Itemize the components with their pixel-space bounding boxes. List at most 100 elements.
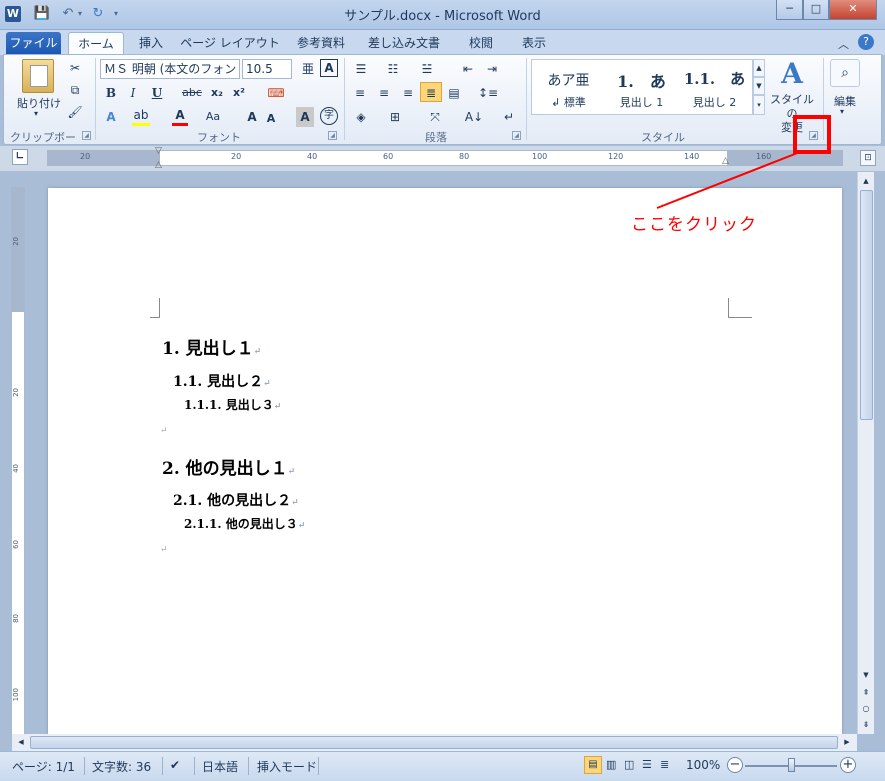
gallery-more-icon[interactable]: ▾ [753,95,765,115]
scroll-left-icon[interactable]: ◀ [14,736,28,749]
vertical-scrollbar[interactable]: ▲ ▼ ⇞ ○ ⇟ [857,172,874,734]
highlight-icon[interactable]: ab [132,107,150,126]
font-launcher-icon[interactable]: ◢ [328,131,337,140]
heading2-line[interactable]: 1.1. 見出し２↵ [173,371,271,391]
browse-object-icon[interactable]: ○ [860,702,872,716]
empty-line[interactable]: ↵ [160,541,168,555]
paste-button-label[interactable]: 貼り付け [16,95,62,111]
enclose-char-icon[interactable]: 字 [320,107,338,125]
heading3-line[interactable]: 2.1.1. 他の見出し３↵ [184,515,305,532]
proofing-icon[interactable]: ✔ [170,758,180,772]
style-heading1[interactable]: 1. あ 見出し 1 [605,60,678,114]
editing-button-label[interactable]: 編集 [826,93,864,109]
zoom-in-button[interactable]: + [840,757,856,773]
editing-icon[interactable]: ⌕ [830,59,860,87]
zoom-slider-thumb[interactable] [788,758,795,772]
styles-gallery[interactable]: あア亜 ↲ 標準 1. あ 見出し 1 1.1. あ 見出し 2 [531,59,753,115]
fullscreen-reading-view-icon[interactable]: ▥ [606,758,616,771]
insert-mode[interactable]: 挿入モード [257,758,317,775]
italic-button[interactable]: I [124,83,142,103]
change-case-icon[interactable]: ⌨ [266,83,286,103]
style-normal[interactable]: あア亜 ↲ 標準 [532,60,605,114]
language[interactable]: 日本語 [202,758,238,775]
close-button[interactable]: ✕ [829,0,877,20]
shrink-font-button[interactable]: A [264,109,278,129]
scroll-up-icon[interactable]: ▲ [860,174,872,188]
asian-layout-icon[interactable]: ⤧ [424,107,446,127]
next-page-icon[interactable]: ⇟ [860,718,872,732]
minimize-button[interactable]: ─ [776,0,803,20]
change-styles-icon[interactable]: A [774,57,810,91]
zoom-level[interactable]: 100% [686,758,720,772]
heading3-line[interactable]: 1.1.1. 見出し３↵ [184,396,281,413]
clipboard-launcher-icon[interactable]: ◢ [82,131,91,140]
first-line-indent-marker[interactable]: ▽ [155,147,165,156]
increase-indent-icon[interactable]: ⇥ [482,59,502,79]
right-indent-marker[interactable]: △ [722,156,732,166]
distributed-icon[interactable]: ▤ [444,83,464,103]
bold-button[interactable]: B [102,83,120,103]
change-case-button[interactable]: Aa [202,107,224,127]
web-layout-view-icon[interactable]: ◫ [624,758,634,771]
paragraph-launcher-icon[interactable]: ◢ [512,131,521,140]
decrease-indent-icon[interactable]: ⇤ [458,59,478,79]
maximize-button[interactable]: □ [803,0,829,20]
tab-file[interactable]: ファイル [6,32,61,55]
borders-icon[interactable]: ⊞ [384,107,406,127]
tab-selector-icon[interactable]: ∟ [12,149,28,165]
tab-page-layout[interactable]: ページ レイアウト [178,32,282,55]
phonetic-guide-icon[interactable]: 亜 [298,59,318,79]
document-page[interactable]: 1. 見出し１↵ 1.1. 見出し２↵ 1.1.1. 見出し３↵ ↵ 2. 他の… [48,188,842,734]
numbering-icon[interactable]: ☷ [382,59,404,79]
gallery-scroll-down-icon[interactable]: ▼ [753,77,765,95]
char-shading-icon[interactable]: A [296,107,314,127]
gallery-scroll-up-icon[interactable]: ▲ [753,59,765,77]
outline-view-icon[interactable]: ☰ [642,758,652,771]
empty-line[interactable]: ↵ [160,422,168,436]
subscript-button[interactable]: x₂ [208,83,226,103]
print-layout-view-icon[interactable]: ▤ [584,756,602,774]
char-border-icon[interactable]: A [320,59,338,77]
bullets-icon[interactable]: ☰ [350,59,372,79]
tab-insert[interactable]: 挿入 [130,32,172,55]
text-effects-icon[interactable]: A [102,107,120,127]
scroll-right-icon[interactable]: ▶ [840,736,854,749]
align-center-icon[interactable]: ≡ [374,83,394,103]
scroll-thumb[interactable] [860,190,873,420]
strikethrough-button[interactable]: abc [180,83,204,103]
horizontal-scrollbar[interactable]: ◀ ▶ [12,734,857,751]
font-size-combo[interactable]: 10.5 [242,59,292,79]
copy-icon[interactable]: ⧉ [66,80,84,100]
tab-mailings[interactable]: 差し込み文書 [362,32,446,55]
grow-font-button[interactable]: A [244,107,260,127]
editing-dropdown-icon[interactable]: ▾ [840,107,844,116]
line-spacing-icon[interactable]: ↕≡ [476,83,500,103]
tab-review[interactable]: 校閲 [458,32,504,55]
show-marks-icon[interactable]: ↵ [500,107,518,127]
scroll-down-icon[interactable]: ▼ [860,668,872,682]
cut-icon[interactable]: ✂ [66,58,84,78]
style-heading2[interactable]: 1.1. あ 見出し 2 [678,60,751,114]
multilevel-list-icon[interactable]: ☱ [416,59,438,79]
heading2-line[interactable]: 2.1. 他の見出し２↵ [173,490,299,510]
shading-icon[interactable]: ◈ [350,107,372,127]
heading1-line[interactable]: 1. 見出し１↵ [162,334,261,359]
minimize-ribbon-icon[interactable]: ︿ [838,36,849,52]
page-count[interactable]: ページ: 1/1 [12,758,75,775]
paste-dropdown-icon[interactable]: ▾ [34,109,38,118]
tab-view[interactable]: 表示 [512,32,556,55]
zoom-out-button[interactable]: − [727,757,743,773]
heading1-line[interactable]: 2. 他の見出し１↵ [162,454,295,479]
prev-page-icon[interactable]: ⇞ [860,686,872,700]
format-painter-icon[interactable]: 🖌 [66,102,84,122]
justify-icon[interactable]: ≣ [420,82,442,102]
draft-view-icon[interactable]: ≣ [660,758,669,771]
tab-home[interactable]: ホーム [68,32,124,55]
word-count[interactable]: 文字数: 36 [92,758,151,775]
underline-button[interactable]: U [148,83,166,103]
tab-references[interactable]: 参考資料 [288,32,354,55]
left-indent-marker[interactable]: △ [155,160,165,170]
sort-icon[interactable]: A↓ [464,107,484,127]
view-ruler-icon[interactable]: ⊡ [860,150,876,166]
font-color-icon[interactable]: A [172,107,188,126]
